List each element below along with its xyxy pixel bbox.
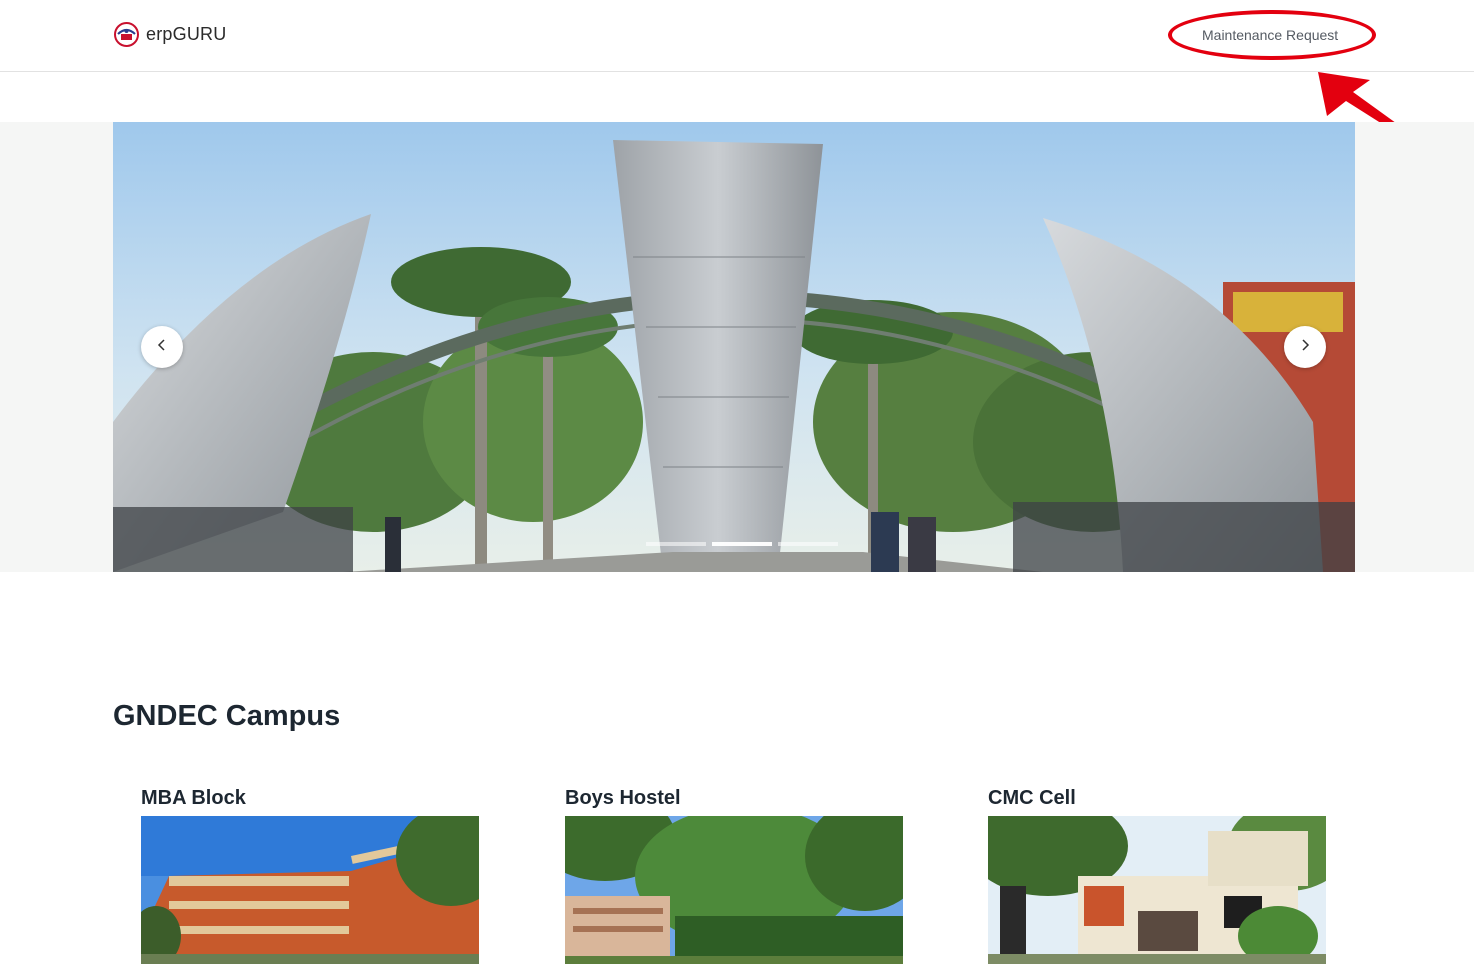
card-title: CMC Cell	[988, 787, 1076, 809]
brand-link[interactable]: erpGURU	[114, 22, 226, 47]
card-image-cmc-cell	[988, 816, 1326, 964]
campus-card-boys-hostel[interactable]: Boys Hostel	[565, 786, 903, 964]
carousel-indicator-2[interactable]	[712, 542, 772, 546]
chevron-right-icon	[1298, 338, 1312, 357]
carousel-prev-button[interactable]	[141, 326, 183, 368]
erp-guru-logo-icon	[114, 22, 139, 47]
section-title: GNDEC Campus	[113, 700, 341, 732]
campus-card-mba-block[interactable]: MBA Block	[141, 786, 479, 964]
card-title: MBA Block	[141, 787, 246, 809]
card-image-boys-hostel	[565, 816, 903, 964]
campus-card-cmc-cell[interactable]: CMC Cell	[988, 786, 1326, 964]
carousel-next-button[interactable]	[1284, 326, 1326, 368]
card-image-mba-block	[141, 816, 479, 964]
card-title: Boys Hostel	[565, 787, 681, 809]
carousel-indicator-1[interactable]	[646, 542, 706, 546]
carousel-indicator-3[interactable]	[778, 542, 838, 546]
chevron-left-icon	[155, 338, 169, 357]
hero-carousel-slide-image	[113, 122, 1355, 572]
brand-name: erpGURU	[146, 24, 227, 44]
top-navbar: erpGURU Maintenance Request	[0, 0, 1474, 72]
carousel-indicators	[646, 542, 838, 546]
nav-link-maintenance-request[interactable]: Maintenance Request	[1202, 27, 1338, 43]
